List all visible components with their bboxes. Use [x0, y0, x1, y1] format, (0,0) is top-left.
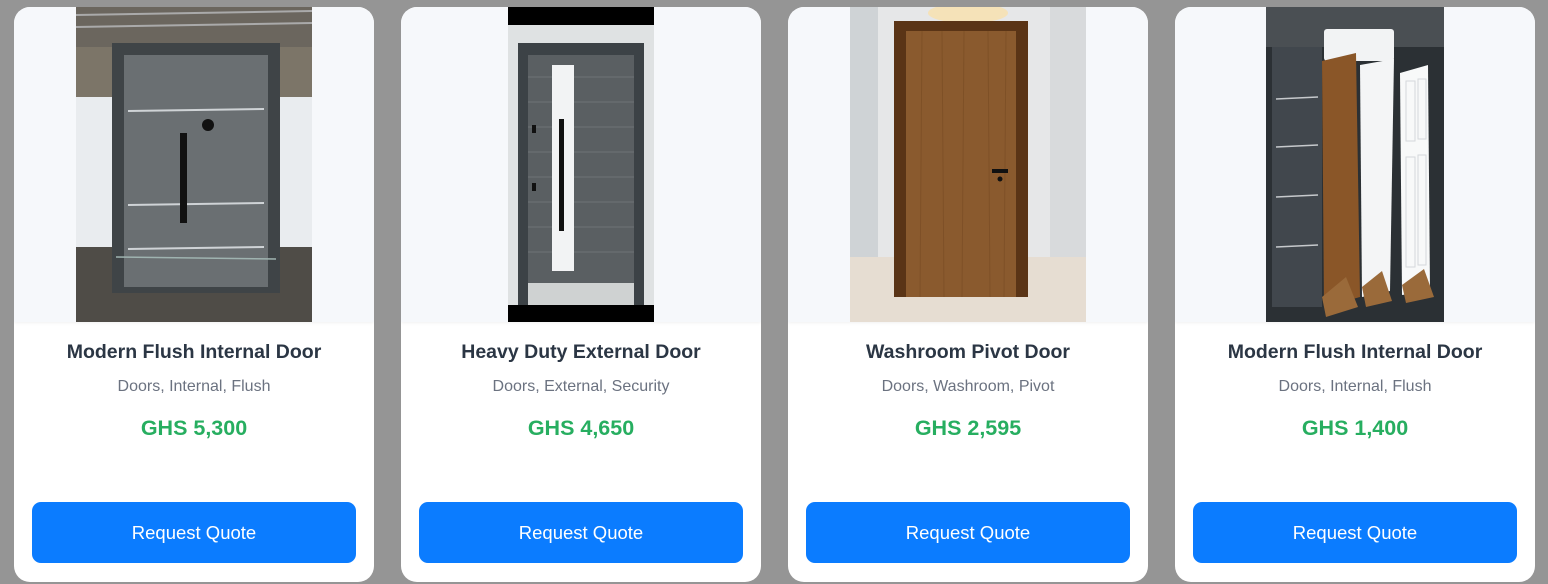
product-image-area: [1175, 7, 1535, 322]
product-image-area: [401, 7, 761, 322]
product-image[interactable]: [850, 7, 1086, 322]
product-tags: Doors, Internal, Flush: [117, 378, 271, 395]
product-card: Modern Flush Internal Door Doors, Intern…: [1175, 7, 1535, 582]
request-quote-button[interactable]: Request Quote: [1193, 502, 1517, 563]
product-title[interactable]: Modern Flush Internal Door: [1175, 341, 1535, 364]
product-image-area: [788, 7, 1148, 322]
request-quote-button[interactable]: Request Quote: [32, 502, 356, 563]
product-tags: Doors, Washroom, Pivot: [881, 378, 1055, 395]
product-tags: Doors, Internal, Flush: [1278, 378, 1432, 395]
product-card: Modern Flush Internal Door Doors, Intern…: [14, 7, 374, 582]
product-card: Heavy Duty External Door Doors, External…: [401, 7, 761, 582]
product-price: GHS 2,595: [914, 416, 1022, 440]
product-image[interactable]: [1266, 7, 1444, 322]
product-image[interactable]: [508, 7, 654, 322]
product-image[interactable]: [76, 7, 312, 322]
product-tags: Doors, External, Security: [492, 378, 670, 395]
product-image-area: [14, 7, 374, 322]
request-quote-button[interactable]: Request Quote: [806, 502, 1130, 563]
product-card: Washroom Pivot Door Doors, Washroom, Piv…: [788, 7, 1148, 582]
product-price: GHS 1,400: [1301, 416, 1409, 440]
request-quote-button[interactable]: Request Quote: [419, 502, 743, 563]
product-price: GHS 4,650: [527, 416, 635, 440]
product-title[interactable]: Heavy Duty External Door: [401, 341, 761, 364]
product-title[interactable]: Washroom Pivot Door: [788, 341, 1148, 364]
product-grid: Modern Flush Internal Door Doors, Intern…: [0, 0, 1548, 584]
product-price: GHS 5,300: [140, 416, 248, 440]
product-title[interactable]: Modern Flush Internal Door: [14, 341, 374, 364]
